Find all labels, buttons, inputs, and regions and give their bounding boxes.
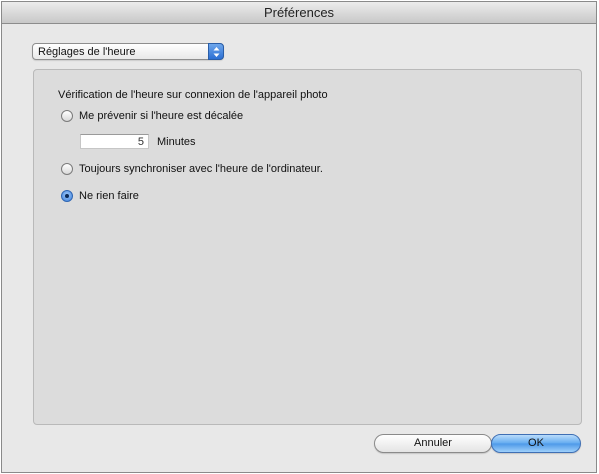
option-always-sync[interactable]: Toujours synchroniser avec l'heure de l'… [61, 163, 323, 175]
radio-button[interactable] [61, 110, 73, 122]
radio-button-selected[interactable] [61, 190, 73, 202]
option-label: Ne rien faire [79, 190, 139, 202]
ok-button[interactable]: OK [491, 434, 581, 453]
radio-button[interactable] [61, 163, 73, 175]
option-label: Me prévenir si l'heure est décalée [79, 110, 244, 122]
minutes-input[interactable] [80, 134, 149, 149]
settings-panel [33, 69, 582, 425]
cancel-button[interactable]: Annuler [374, 434, 492, 453]
option-label: Toujours synchroniser avec l'heure de l'… [79, 163, 323, 175]
window-title: Préférences [2, 2, 596, 24]
stepper-arrows-icon [208, 43, 224, 60]
option-do-nothing[interactable]: Ne rien faire [61, 190, 139, 202]
group-heading: Vérification de l'heure sur connexion de… [58, 89, 328, 101]
category-select[interactable]: Réglages de l'heure [32, 43, 224, 60]
minutes-label: Minutes [157, 136, 196, 148]
option-warn-if-offset[interactable]: Me prévenir si l'heure est décalée [61, 110, 243, 122]
preferences-window: Préférences Réglages de l'heure [1, 1, 597, 473]
category-select-value: Réglages de l'heure [38, 46, 136, 58]
selected-dot-icon [65, 194, 69, 198]
